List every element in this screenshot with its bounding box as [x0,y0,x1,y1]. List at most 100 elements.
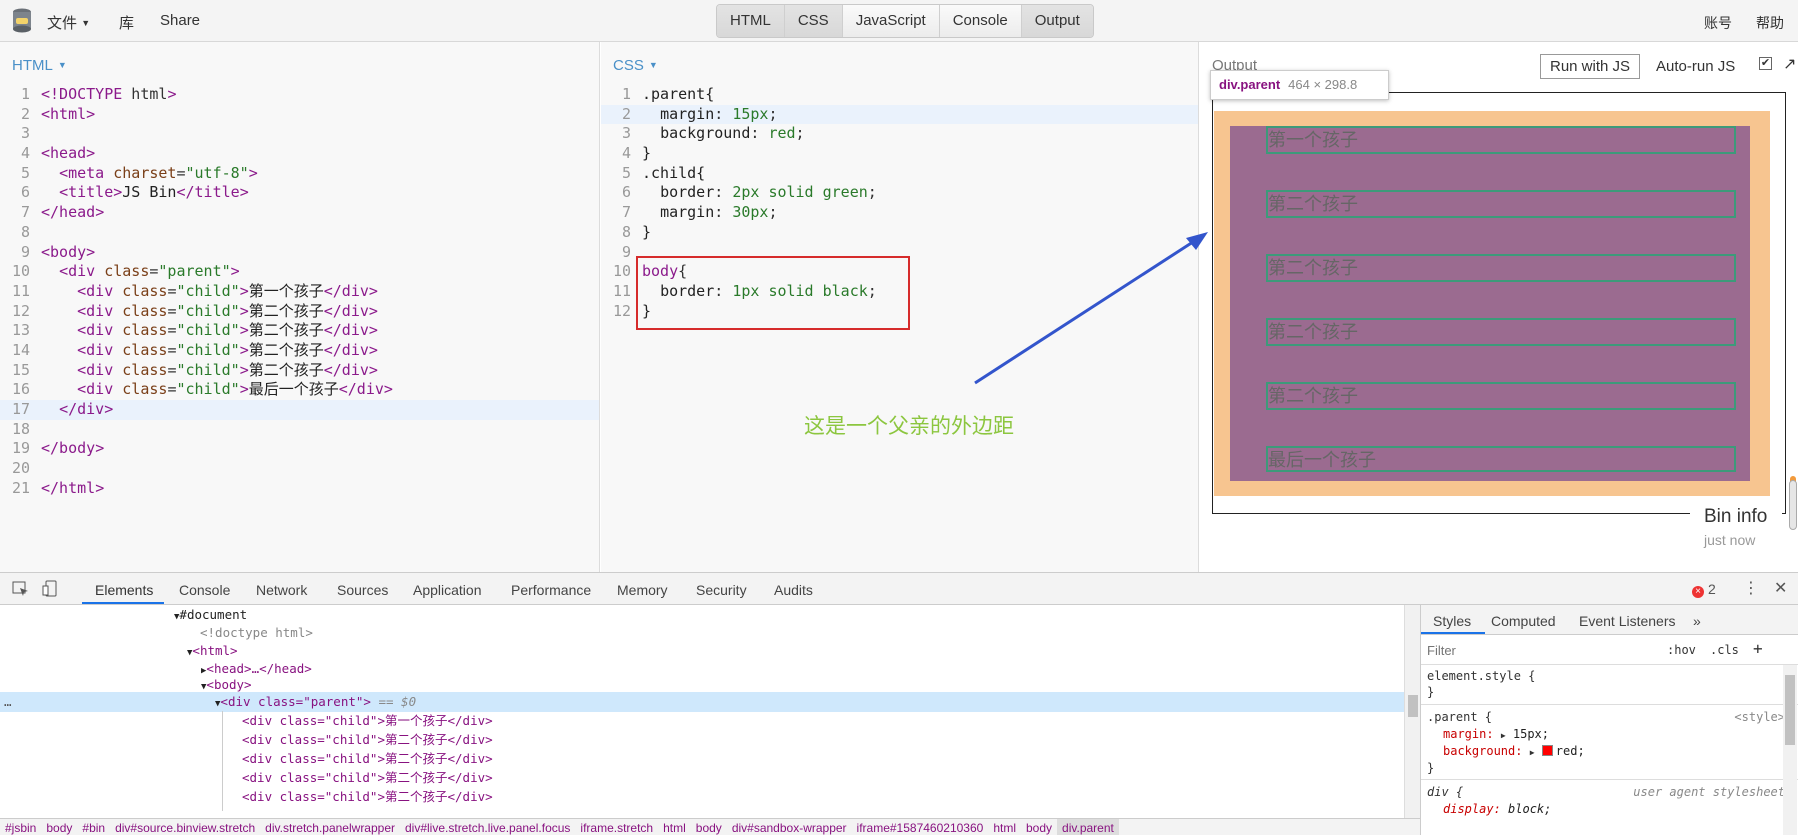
breadcrumb-item[interactable]: div#live.stretch.live.panel.focus [400,819,575,835]
page-scrollbar[interactable] [1789,480,1797,530]
breadcrumb-item[interactable]: iframe#1587460210360 [852,819,989,835]
code-line[interactable]: 3 background: red; [601,124,1198,144]
breadcrumb-item[interactable]: html [658,819,691,835]
code-line[interactable]: 14 <div class="child">第二个孩子</div> [0,341,599,361]
code-line[interactable]: 15 <div class="child">第二个孩子</div> [0,361,599,381]
code-line[interactable]: 8} [601,223,1198,243]
popout-arrow-icon[interactable]: ↗ [1783,54,1796,74]
code-line[interactable]: 1 .parent{ [601,85,1198,105]
tab-console[interactable]: Console [179,582,230,598]
tab-audits[interactable]: Audits [774,582,813,598]
run-with-js-button[interactable]: Run with JS [1540,54,1641,79]
tree-node-document[interactable]: ▼#document [174,605,247,625]
tab-network[interactable]: Network [256,582,307,598]
breadcrumb-item[interactable]: body [1021,819,1057,835]
file-menu[interactable]: 文件 ▼ [47,12,90,33]
code-line[interactable]: 2 margin: 15px; [601,104,1198,125]
code-line[interactable]: 9 <body> [0,243,599,263]
code-line[interactable]: 6 border: 2px solid green; [601,183,1198,203]
tree-node-child[interactable]: <div class="child">第一个孩子</div> [242,711,493,731]
code-line[interactable]: 3 [0,124,599,144]
help-menu[interactable]: 帮助 [1756,13,1784,33]
styles-scroll-thumb[interactable] [1785,675,1795,745]
breadcrumb-item[interactable]: #jsbin [0,819,41,835]
breadcrumb-item[interactable]: body [691,819,727,835]
more-tabs-icon[interactable]: » [1693,613,1701,629]
error-counter[interactable]: × 2 [1692,581,1716,598]
hov-toggle[interactable]: :hov [1667,643,1696,657]
tree-node-html[interactable]: ▼<html> [187,641,238,661]
breadcrumb-item[interactable]: div.stretch.panelwrapper [260,819,400,835]
bin-info-card[interactable]: Bin info just now [1690,498,1782,558]
code-line[interactable]: 10 <div class="parent"> [0,262,599,282]
parent-rule-source[interactable]: <style> [1734,709,1785,726]
tree-node-child[interactable]: <div class="child">第二个孩子</div> [242,749,493,769]
new-rule-icon[interactable]: + [1753,639,1763,658]
row-ellipsis-icon[interactable]: … [4,692,12,712]
tab-event-listeners[interactable]: Event Listeners [1579,613,1676,629]
tab-elements[interactable]: Elements [95,582,153,598]
tree-node-child[interactable]: <div class="child">第二个孩子</div> [242,787,493,807]
breadcrumb-item[interactable]: div.parent [1057,819,1119,835]
tree-node-doctype[interactable]: <!doctype html> [200,623,313,643]
html-panel-label[interactable]: HTML ▼ [12,57,67,74]
code-line[interactable]: 17 </div> [0,400,599,420]
elements-scrollbar[interactable] [1404,605,1420,818]
tab-output[interactable]: Output [1021,5,1093,37]
tree-node-child[interactable]: <div class="child">第二个孩子</div> [242,768,493,788]
close-icon[interactable]: ✕ [1774,578,1787,598]
inspect-element-icon[interactable] [12,581,30,597]
code-line[interactable]: 1 <!DOCTYPE html> [0,85,599,105]
tree-node-parent-div[interactable]: ▼<div class="parent"> == $0 [215,692,416,712]
tree-node-child[interactable]: <div class="child">第二个孩子</div> [242,730,493,750]
tab-css[interactable]: CSS [784,5,843,37]
breadcrumb-item[interactable]: div#sandbox-wrapper [727,819,852,835]
tab-application[interactable]: Application [413,582,482,598]
library-menu[interactable]: 库 [119,12,134,33]
breadcrumb-item[interactable]: body [41,819,77,835]
breadcrumb-item[interactable]: #bin [77,819,110,835]
styles-filter-input[interactable] [1427,639,1647,661]
tab-javascript[interactable]: JavaScript [842,5,940,37]
css-panel-label[interactable]: CSS ▼ [613,57,658,74]
code-line[interactable]: 6 <title>JS Bin</title> [0,183,599,203]
code-line[interactable]: 5 .child{ [601,164,1198,184]
jsbin-logo-icon[interactable] [10,7,34,35]
tab-computed[interactable]: Computed [1491,613,1556,629]
code-line[interactable]: 7 margin: 30px; [601,203,1198,223]
code-line[interactable]: 7 </head> [0,203,599,223]
code-line[interactable]: 11 <div class="child">第一个孩子</div> [0,282,599,302]
breadcrumb-item[interactable]: div#source.binview.stretch [110,819,260,835]
code-line[interactable]: 12 <div class="child">第二个孩子</div> [0,302,599,322]
code-line[interactable]: 4} [601,144,1198,164]
autorun-checkbox[interactable]: ✔ [1759,57,1772,70]
color-swatch[interactable] [1541,745,1553,756]
code-line[interactable]: 4 <head> [0,144,599,164]
more-options-icon[interactable]: ⋮ [1743,578,1759,598]
code-line[interactable]: 20 [0,459,599,479]
device-toolbar-icon[interactable] [42,580,60,598]
html-code-editor[interactable]: 1 <!DOCTYPE html> 2 <html> 3 4 <head> 5 <meta c… [0,85,599,498]
account-menu[interactable]: 账号 [1704,13,1732,33]
code-line[interactable]: 8 [0,223,599,243]
cls-toggle[interactable]: .cls [1710,643,1739,657]
margin-declaration[interactable]: margin: ▶ 15px; [1443,726,1549,743]
code-line[interactable]: 16 <div class="child">最后一个孩子</div> [0,380,599,400]
breadcrumb-item[interactable]: iframe.stretch [575,819,658,835]
code-line[interactable]: 18 [0,420,599,440]
background-declaration[interactable]: background: ▶ red; [1443,743,1585,760]
tab-performance[interactable]: Performance [511,582,591,598]
tab-memory[interactable]: Memory [617,582,668,598]
styles-scrollbar[interactable] [1783,665,1797,835]
code-line[interactable]: 19 </body> [0,439,599,459]
tab-security[interactable]: Security [696,582,747,598]
tab-console[interactable]: Console [939,5,1022,37]
code-line[interactable]: 2 <html> [0,105,599,125]
elements-scroll-thumb[interactable] [1408,695,1418,717]
breadcrumb-item[interactable]: html [988,819,1021,835]
code-line[interactable]: 21 </html> [0,479,599,499]
code-line[interactable]: 5 <meta charset="utf-8"> [0,164,599,184]
tab-html[interactable]: HTML [717,5,785,37]
code-line[interactable]: 13 <div class="child">第二个孩子</div> [0,321,599,341]
tab-sources[interactable]: Sources [337,582,388,598]
